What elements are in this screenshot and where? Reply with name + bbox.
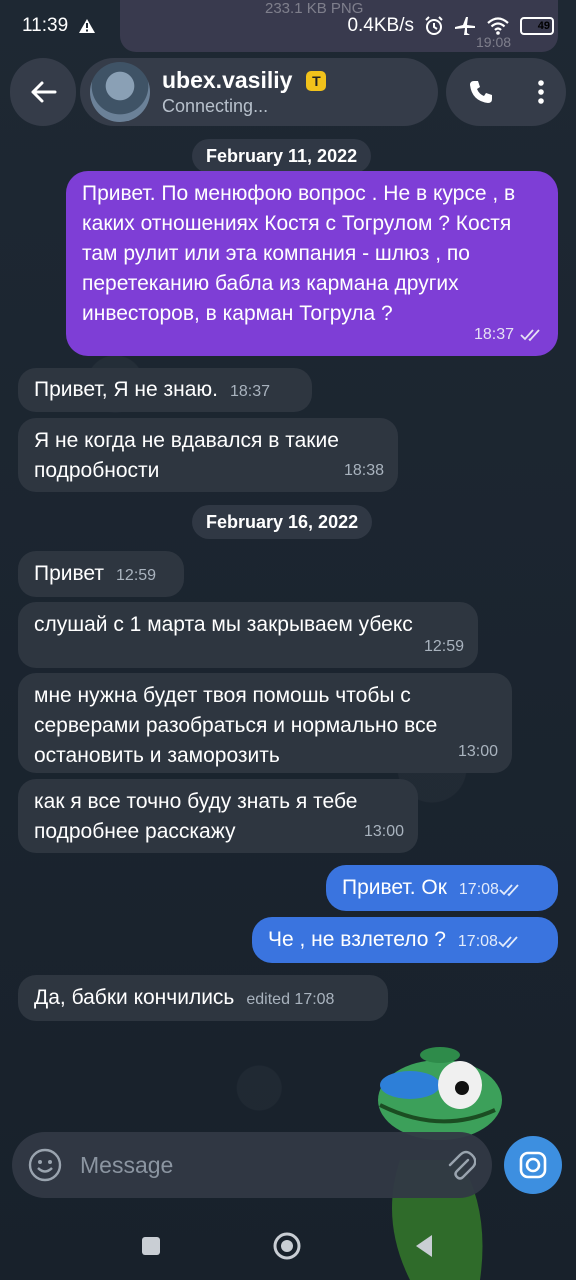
message-text: Привет. Ок [342,876,447,899]
message-text: Привет [34,562,105,585]
attach-icon[interactable] [446,1148,476,1182]
message-time: 12:59 [423,638,464,655]
message-text: Я не когда не вдавался в такие подробнос… [34,429,339,482]
message-text: Че , не взлетело ? [268,928,446,951]
network-speed: 0.4KB/s [347,15,414,36]
premium-badge-icon: T [306,70,327,91]
more-vertical-icon[interactable] [537,79,545,105]
header-actions [446,58,566,126]
message-bubble-incoming[interactable]: Да, бабки кончились edited 17:08 [18,975,388,1021]
message-bubble-incoming[interactable]: мне нужна будет твоя помошь чтобы с серв… [18,673,512,773]
phone-icon[interactable] [468,79,494,105]
double-check-icon [499,875,523,905]
wifi-icon [486,17,510,35]
message-time: 12:59 [116,567,157,584]
message-time: edited 17:08 [246,991,335,1008]
message-text: как я все точно буду знать я тебе подроб… [34,790,358,843]
message-time: 18:37 [229,383,271,400]
message-time: 17:08 [458,881,499,898]
message-bubble-incoming[interactable]: слушай с 1 марта мы закрываем убекс 12:5… [18,602,478,668]
message-meta: 17:08 [458,927,522,957]
home-icon[interactable] [272,1231,302,1261]
status-bar: 11:39 0.4KB/s 49 [0,0,576,52]
recent-apps-icon[interactable] [140,1235,162,1257]
avatar[interactable] [90,62,150,122]
alert-icon [78,18,96,34]
battery-percent: 49 [537,20,550,32]
arrow-left-icon [29,80,57,104]
system-nav-bar [0,1212,576,1280]
message-bubble-outgoing[interactable]: Привет. Ок 17:08 [326,865,558,911]
message-time: 18:38 [343,462,384,479]
status-time: 11:39 [22,15,69,36]
message-composer [12,1132,492,1198]
message-text: слушай с 1 марта мы закрываем убекс [34,613,413,636]
message-bubble-outgoing[interactable]: Че , не взлетело ? 17:08 [252,917,558,963]
double-check-icon [498,927,522,957]
message-bubble-incoming[interactable]: Я не когда не вдавался в такие подробнос… [18,418,398,492]
date-separator: February 16, 2022 [192,505,373,539]
connection-status: Connecting... [162,96,269,116]
camera-button[interactable] [504,1136,562,1194]
chat-title: ubex.vasiliy [162,67,293,93]
message-bubble-outgoing[interactable]: Привет. По менюфою вопрос . Не в курсе ,… [66,171,558,356]
message-text: Привет. По менюфою вопрос . Не в курсе ,… [82,182,516,325]
message-time: 13:00 [363,823,404,840]
date-separator: February 11, 2022 [192,139,372,173]
message-bubble-incoming[interactable]: Привет 12:59 [18,551,184,597]
battery-icon: 49 [520,17,554,35]
emoji-icon[interactable] [28,1148,62,1182]
message-bubble-incoming[interactable]: Привет, Я не знаю. 18:37 [18,368,312,412]
double-check-icon [520,328,544,342]
message-time: 17:08 [457,933,498,950]
alarm-icon [424,16,444,36]
back-nav-icon[interactable] [412,1233,436,1259]
camera-icon [518,1150,548,1180]
message-text: мне нужна будет твоя помошь чтобы с серв… [34,684,438,767]
message-time: 13:00 [457,743,498,760]
message-bubble-incoming[interactable]: как я все точно буду знать я тебе подроб… [18,779,418,853]
message-input[interactable] [80,1151,446,1179]
message-text: Да, бабки кончились [34,986,235,1009]
airplane-icon [454,16,476,36]
message-text: Привет, Я не знаю. [34,378,218,401]
message-time: 18:37 [473,326,514,343]
chat-info[interactable]: ubex.vasiliy T Connecting... [80,58,438,126]
back-button[interactable] [10,58,76,126]
chat-header: ubex.vasiliy T Connecting... [10,58,566,126]
message-meta: 17:08 [459,875,523,905]
